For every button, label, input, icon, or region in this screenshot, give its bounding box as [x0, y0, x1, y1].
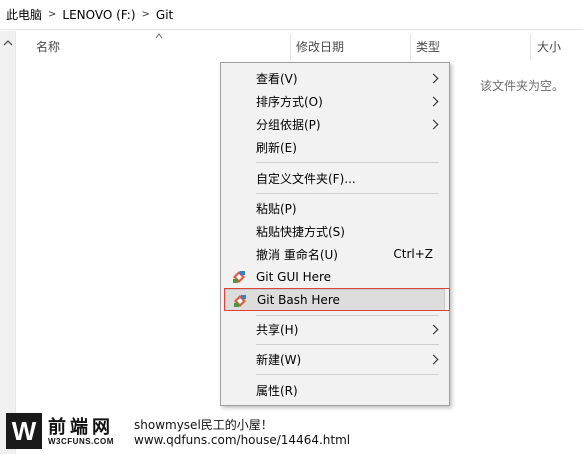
menu-item-label: 刷新(E) [256, 140, 297, 155]
breadcrumb-item-drive[interactable]: LENOVO (F:) [62, 8, 135, 22]
menu-item-label: Git Bash Here [257, 293, 340, 307]
watermark-line-1: showmysel民工的小屋！ [134, 418, 273, 432]
menu-item-shortcut: Ctrl+Z [393, 247, 433, 261]
menu-item-git-gui-here[interactable]: Git GUI Here [225, 266, 445, 288]
column-header-size[interactable]: 大小 [537, 38, 561, 55]
menu-item-label: 分组依据(P) [256, 117, 321, 132]
watermark-logo: W 前端网 W3CFUNS.COM [6, 413, 126, 449]
menu-separator [256, 315, 439, 316]
submenu-arrow-icon [428, 119, 439, 129]
menu-item-properties[interactable]: 属性(R) [225, 379, 445, 401]
menu-item-label: 查看(V) [256, 71, 298, 86]
menu-item-label: 粘贴(P) [256, 201, 297, 216]
menu-item-label: 共享(H) [256, 322, 299, 337]
column-header-type[interactable]: 类型 [416, 38, 440, 55]
menu-item-refresh[interactable]: 刷新(E) [225, 136, 445, 158]
scroll-up-icon[interactable] [3, 39, 13, 49]
submenu-arrow-icon [428, 354, 439, 364]
menu-item-customize-folder[interactable]: 自定义文件夹(F)... [225, 167, 445, 189]
menu-item-git-bash-here[interactable]: Git Bash Here [225, 289, 445, 311]
breadcrumb-item-this-pc[interactable]: 此电脑 [6, 6, 42, 23]
navigation-pane-scrollbar[interactable] [0, 31, 16, 454]
column-header-date[interactable]: 修改日期 [296, 38, 344, 55]
column-divider[interactable] [290, 34, 291, 60]
context-menu: 查看(V) 排序方式(O) 分组依据(P) 刷新(E) 自定义文件夹(F)...… [220, 62, 450, 406]
watermark-line-2: www.qdfuns.com/house/14464.html [134, 433, 351, 447]
watermark-logo-cn: 前端网 [48, 417, 114, 438]
breadcrumb-item-folder[interactable]: Git [156, 8, 173, 22]
menu-item-undo-rename[interactable]: 撤消 重命名(U) Ctrl+Z [225, 243, 445, 265]
menu-item-group-by[interactable]: 分组依据(P) [225, 113, 445, 135]
submenu-arrow-icon [428, 324, 439, 334]
menu-item-sort-by[interactable]: 排序方式(O) [225, 90, 445, 112]
sort-ascending-icon [155, 29, 163, 42]
menu-item-paste[interactable]: 粘贴(P) [225, 197, 445, 219]
watermark-logo-letter: W [6, 413, 42, 449]
git-icon [232, 270, 246, 284]
column-divider[interactable] [530, 34, 531, 60]
menu-item-label: 属性(R) [256, 383, 298, 398]
column-header-name[interactable]: 名称 [36, 38, 60, 55]
empty-folder-message: 该文件夹为空。 [479, 79, 564, 93]
menu-item-label: 排序方式(O) [256, 94, 323, 109]
menu-separator [256, 162, 439, 163]
menu-item-label: 撤消 重命名(U) [256, 247, 338, 262]
menu-separator [256, 374, 439, 375]
menu-item-label: Git GUI Here [256, 270, 332, 284]
submenu-arrow-icon [428, 96, 439, 106]
menu-separator [256, 193, 439, 194]
submenu-arrow-icon [428, 73, 439, 83]
menu-item-paste-shortcut[interactable]: 粘贴快捷方式(S) [225, 220, 445, 242]
watermark-logo-en: W3CFUNS.COM [48, 437, 114, 446]
menu-separator [256, 344, 439, 345]
menu-item-label: 粘贴快捷方式(S) [256, 224, 345, 239]
breadcrumb: 此电脑 > LENOVO (F:) > Git [0, 0, 583, 30]
git-icon [233, 294, 247, 308]
menu-item-view[interactable]: 查看(V) [225, 67, 445, 89]
breadcrumb-separator: > [141, 9, 150, 20]
menu-item-new[interactable]: 新建(W) [225, 348, 445, 370]
menu-item-label: 自定义文件夹(F)... [256, 171, 356, 186]
breadcrumb-separator: > [48, 9, 57, 20]
column-divider[interactable] [410, 34, 411, 60]
menu-item-share[interactable]: 共享(H) [225, 318, 445, 340]
menu-item-label: 新建(W) [256, 352, 302, 367]
